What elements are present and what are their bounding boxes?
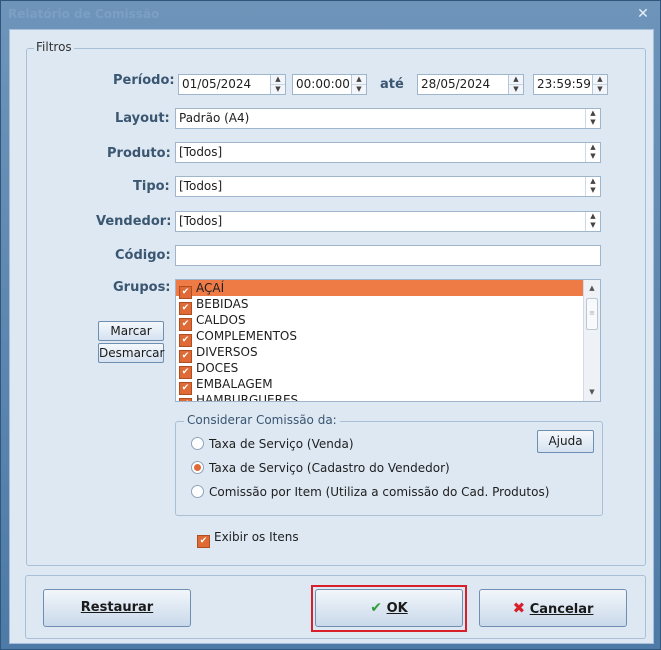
radio-selected-icon[interactable] xyxy=(191,461,204,474)
radio-empty-icon[interactable] xyxy=(191,437,204,450)
tipo-select[interactable]: [Todos] ▲ ▼ xyxy=(175,176,601,197)
spin-up-icon[interactable]: ▲ xyxy=(271,75,285,85)
ok-button[interactable]: ✔ OK xyxy=(315,589,463,627)
spin-down-icon[interactable]: ▼ xyxy=(352,85,366,95)
exibir-itens-label: Exibir os Itens xyxy=(214,530,299,544)
combo-arrow-icon[interactable]: ▲ ▼ xyxy=(585,109,600,128)
spin-down-icon[interactable]: ▼ xyxy=(593,85,607,95)
layout-label: Layout: xyxy=(115,111,170,126)
grupo-list-item[interactable]: ✔ DOCES xyxy=(176,360,600,379)
comissao-radio-option[interactable]: Comissão por Item (Utiliza a comissão do… xyxy=(191,483,549,501)
exibir-itens-checkbox[interactable]: ✔ Exibir os Itens xyxy=(197,529,299,548)
start-time-spinner[interactable]: ▲ ▼ xyxy=(351,75,366,94)
grupo-label: DIVERSOS xyxy=(196,345,258,359)
grupo-list-item[interactable]: ✔ HAMBURGUERES xyxy=(176,392,600,402)
start-date-spinner[interactable]: ▲ ▼ xyxy=(270,75,285,94)
cancelar-label: Cancelar xyxy=(529,602,594,617)
comissao-group-title: Considerar Comissão da: xyxy=(184,413,340,427)
combo-arrow-icon[interactable]: ▲ ▼ xyxy=(585,212,600,231)
codigo-label: Código: xyxy=(115,248,171,263)
layout-value: Padrão (A4) xyxy=(179,111,250,125)
periodo-label: Período: xyxy=(113,73,175,88)
grupo-list-item[interactable]: ✔ DIVERSOS xyxy=(176,344,600,363)
end-date-value: 28/05/2024 xyxy=(421,77,491,91)
report-window: Relatório de Comissão ✕ Filtros Período:… xyxy=(0,0,661,650)
end-time-field[interactable]: 23:59:59 ▲ ▼ xyxy=(533,74,608,95)
grupo-list-item[interactable]: ✔ CALDOS xyxy=(176,312,600,331)
restaurar-button[interactable]: Restaurar xyxy=(43,589,191,627)
x-icon: ✖ xyxy=(512,599,526,617)
start-time-field[interactable]: 00:00:00 ▲ ▼ xyxy=(292,74,367,95)
close-icon[interactable]: ✕ xyxy=(634,5,652,23)
end-date-spinner[interactable]: ▲ ▼ xyxy=(508,75,523,94)
scroll-up-icon[interactable]: ▲ xyxy=(584,280,600,297)
produto-label: Produto: xyxy=(107,146,171,161)
check-icon: ✔ xyxy=(370,600,383,616)
grupo-label: EMBALAGEM xyxy=(196,377,273,391)
grupos-label: Grupos: xyxy=(113,280,171,295)
scroll-thumb[interactable]: ≡ xyxy=(586,298,598,330)
start-date-value: 01/05/2024 xyxy=(182,77,252,91)
desmarcar-button[interactable]: Desmarcar xyxy=(98,343,164,363)
produto-select[interactable]: [Todos] ▲ ▼ xyxy=(175,142,601,163)
codigo-input[interactable] xyxy=(175,245,601,266)
grupo-label: BEBIDAS xyxy=(196,297,249,311)
cancelar-button[interactable]: ✖ Cancelar xyxy=(479,589,627,627)
vendedor-select[interactable]: [Todos] ▲ ▼ xyxy=(175,211,601,232)
combo-arrow-icon[interactable]: ▲ ▼ xyxy=(585,143,600,162)
checkbox-checked-icon[interactable]: ✔ xyxy=(197,535,210,548)
radio-label: Taxa de Serviço (Cadastro do Vendedor) xyxy=(209,461,450,475)
spin-up-icon[interactable]: ▲ xyxy=(509,75,523,85)
grupo-list-item[interactable]: ✔ BEBIDAS xyxy=(176,296,600,315)
produto-value: [Todos] xyxy=(179,145,223,159)
grupo-label: HAMBURGUERES xyxy=(196,393,299,402)
grupo-list-item[interactable]: ✔ COMPLEMENTOS xyxy=(176,328,600,347)
layout-select[interactable]: Padrão (A4) ▲ ▼ xyxy=(175,108,601,129)
vendedor-value: [Todos] xyxy=(179,214,223,228)
grupo-list-item[interactable]: ✔ AÇAÍ xyxy=(176,280,600,299)
grupo-label: DOCES xyxy=(196,361,239,375)
grupos-list[interactable]: ✔ AÇAÍ ✔ BEBIDAS ✔ CALDOS ✔ COMPLEMENTOS ✔ DIVERS… xyxy=(175,279,601,402)
grupo-label: AÇAÍ xyxy=(196,281,225,295)
radio-label: Taxa de Serviço (Venda) xyxy=(209,437,354,451)
end-date-field[interactable]: 28/05/2024 ▲ ▼ xyxy=(417,74,524,95)
ate-label: até xyxy=(380,77,404,92)
end-time-spinner[interactable]: ▲ ▼ xyxy=(592,75,607,94)
tipo-label: Tipo: xyxy=(133,179,170,194)
comissao-radio-option[interactable]: Taxa de Serviço (Cadastro do Vendedor) xyxy=(191,459,450,477)
grupo-label: COMPLEMENTOS xyxy=(196,329,297,343)
grupo-list-item[interactable]: ✔ EMBALAGEM xyxy=(176,376,600,395)
restaurar-label: Restaurar xyxy=(80,600,154,615)
start-date-field[interactable]: 01/05/2024 ▲ ▼ xyxy=(178,74,286,95)
marcar-button[interactable]: Marcar xyxy=(98,321,164,341)
radio-empty-icon[interactable] xyxy=(191,485,204,498)
spin-down-icon[interactable]: ▼ xyxy=(509,85,523,95)
vendedor-label: Vendedor: xyxy=(96,214,172,229)
combo-arrow-icon[interactable]: ▲ ▼ xyxy=(585,177,600,196)
start-time-value: 00:00:00 xyxy=(296,77,350,91)
spin-down-icon[interactable]: ▼ xyxy=(271,85,285,95)
ok-label: OK xyxy=(386,601,408,616)
spin-up-icon[interactable]: ▲ xyxy=(593,75,607,85)
tipo-value: [Todos] xyxy=(179,179,223,193)
window-title: Relatório de Comissão xyxy=(8,7,160,21)
radio-label: Comissão por Item (Utiliza a comissão do… xyxy=(209,485,550,499)
title-bar: Relatório de Comissão ✕ xyxy=(1,1,660,29)
ajuda-button[interactable]: Ajuda xyxy=(537,430,594,453)
comissao-radio-option[interactable]: Taxa de Serviço (Venda) xyxy=(191,435,354,453)
spin-up-icon[interactable]: ▲ xyxy=(352,75,366,85)
checkbox-checked-icon[interactable]: ✔ xyxy=(179,398,192,401)
grupo-label: CALDOS xyxy=(196,313,246,327)
scroll-down-icon[interactable]: ▼ xyxy=(584,384,600,401)
filters-group-title: Filtros xyxy=(34,40,74,54)
end-time-value: 23:59:59 xyxy=(537,77,591,91)
grupos-scrollbar[interactable]: ▲ ≡ ▼ xyxy=(583,280,600,401)
grupos-items: ✔ AÇAÍ ✔ BEBIDAS ✔ CALDOS ✔ COMPLEMENTOS ✔ DIVERS… xyxy=(176,280,600,402)
